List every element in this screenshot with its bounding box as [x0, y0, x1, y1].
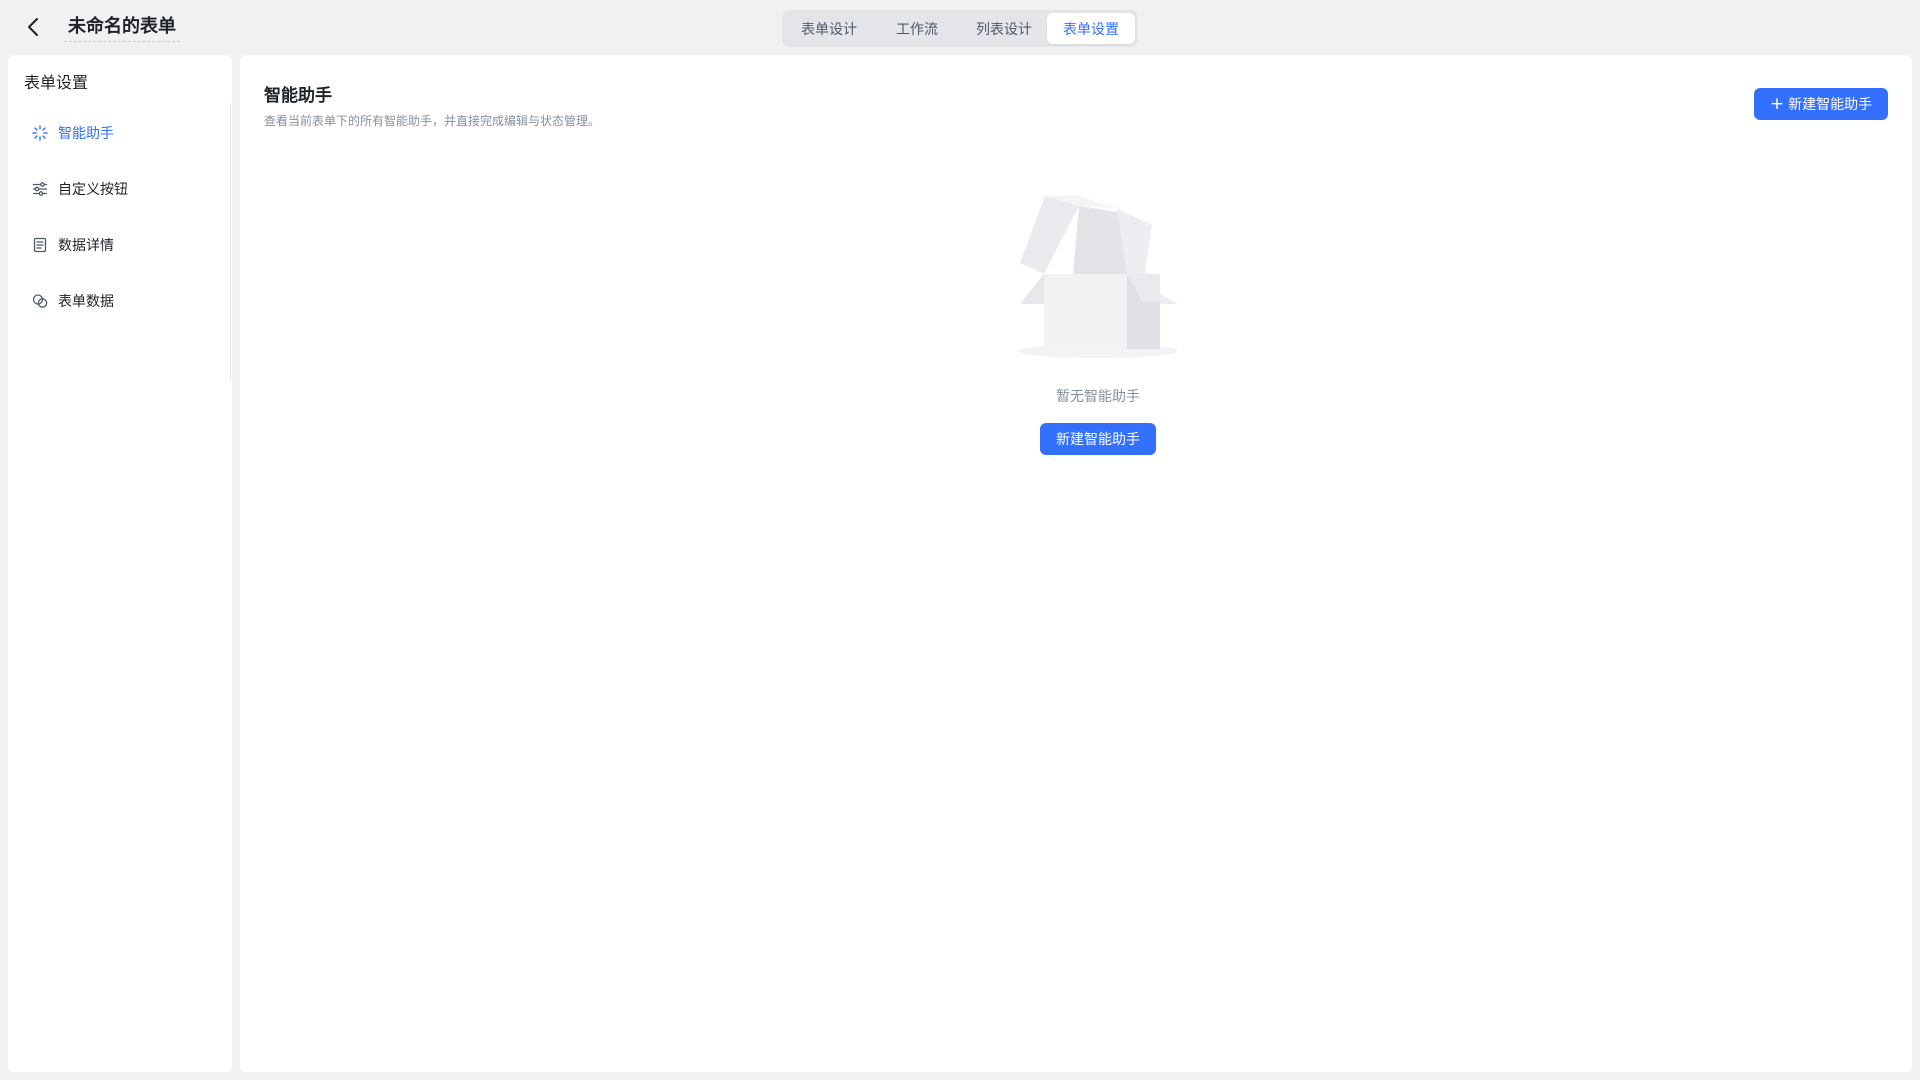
sidebar-divider [230, 103, 231, 381]
sidebar-item-label: 数据详情 [58, 238, 114, 254]
sidebar-item-smart-assistant[interactable]: 智能助手 [8, 105, 228, 161]
sidebar-item-data-details[interactable]: 数据详情 [8, 217, 228, 273]
settings-sidebar: 表单设置 智能助手 自定义按钮 数据详情 表单数据 [8, 55, 232, 1072]
sparkle-icon [31, 124, 49, 142]
plus-icon: + [1769, 93, 1785, 114]
page-description: 查看当前表单下的所有智能助手，并直接完成编辑与状态管理。 [264, 114, 601, 128]
data-link-icon [31, 292, 49, 310]
sidebar-item-label: 表单数据 [58, 294, 114, 310]
sidebar-item-custom-buttons[interactable]: 自定义按钮 [8, 161, 228, 217]
sidebar-item-label: 智能助手 [58, 126, 114, 142]
tab-list-design[interactable]: 列表设计 [961, 13, 1047, 44]
sidebar-title: 表单设置 [24, 73, 89, 92]
chevron-left-icon [28, 18, 38, 36]
back-button[interactable] [20, 14, 46, 40]
add-button-label: 新建智能助手 [1788, 97, 1873, 113]
top-bar: 未命名的表单 表单设计 工作流 列表设计 表单设置 [0, 0, 1920, 55]
sliders-icon [31, 180, 49, 198]
add-smart-assistant-button[interactable]: + 新建智能助手 [1754, 88, 1888, 120]
sidebar-menu: 智能助手 自定义按钮 数据详情 表单数据 [8, 105, 228, 329]
document-icon [31, 236, 49, 254]
main-panel: 智能助手 查看当前表单下的所有智能助手，并直接完成编辑与状态管理。 + 新建智能… [240, 55, 1912, 1072]
empty-box-icon [1018, 195, 1178, 358]
page-title: 智能助手 [264, 86, 332, 106]
empty-state-text: 暂无智能助手 [1056, 389, 1140, 405]
form-title[interactable]: 未命名的表单 [64, 14, 180, 42]
sidebar-item-form-data[interactable]: 表单数据 [8, 273, 228, 329]
empty-state-add-button[interactable]: 新建智能助手 [1040, 423, 1156, 455]
sidebar-item-label: 自定义按钮 [58, 182, 128, 198]
view-tabs: 表单设计 工作流 列表设计 表单设置 [782, 10, 1138, 47]
tab-workflow[interactable]: 工作流 [873, 13, 961, 44]
tab-form-settings[interactable]: 表单设置 [1047, 13, 1135, 44]
tab-form-design[interactable]: 表单设计 [785, 13, 873, 44]
empty-state: 暂无智能助手 新建智能助手 [998, 195, 1198, 515]
